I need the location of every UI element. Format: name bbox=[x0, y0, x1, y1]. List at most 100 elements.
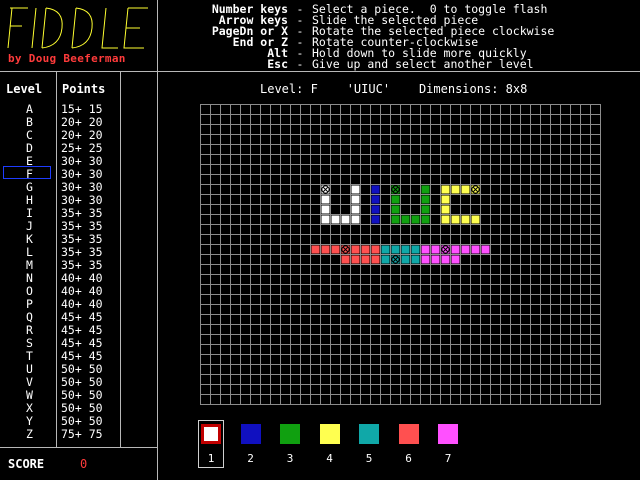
piece-cell[interactable] bbox=[391, 255, 400, 264]
level-row-f[interactable]: F 30+ 30 bbox=[0, 167, 158, 181]
piece-cell[interactable] bbox=[351, 255, 360, 264]
level-row-z[interactable]: Z 75+ 75 bbox=[0, 427, 158, 441]
piece-4-yellow[interactable] bbox=[319, 424, 340, 444]
level-row-h[interactable]: H 30+ 30 bbox=[0, 193, 158, 207]
puzzle-board[interactable] bbox=[200, 104, 601, 405]
piece-cell[interactable] bbox=[411, 215, 420, 224]
level-points: 50+ 50 bbox=[61, 388, 103, 402]
level-row-w[interactable]: W 50+ 50 bbox=[0, 388, 158, 402]
piece-cell[interactable] bbox=[421, 205, 430, 214]
level-row-g[interactable]: G 30+ 30 bbox=[0, 180, 158, 194]
piece-cell[interactable] bbox=[401, 245, 410, 254]
piece-cell[interactable] bbox=[321, 195, 330, 204]
level-row-x[interactable]: X 50+ 50 bbox=[0, 401, 158, 415]
piece-cell[interactable] bbox=[341, 255, 350, 264]
piece-cell[interactable] bbox=[321, 245, 330, 254]
piece-cell[interactable] bbox=[411, 245, 420, 254]
level-row-n[interactable]: N 40+ 40 bbox=[0, 271, 158, 285]
level-row-u[interactable]: U 50+ 50 bbox=[0, 362, 158, 376]
piece-cell[interactable] bbox=[371, 215, 380, 224]
piece-cell[interactable] bbox=[461, 215, 470, 224]
piece-cell[interactable] bbox=[361, 245, 370, 254]
piece-cell[interactable] bbox=[431, 245, 440, 254]
piece-cell[interactable] bbox=[421, 185, 430, 194]
level-row-r[interactable]: R 45+ 45 bbox=[0, 323, 158, 337]
level-row-o[interactable]: O 40+ 40 bbox=[0, 284, 158, 298]
piece-cell[interactable] bbox=[441, 255, 450, 264]
piece-cell[interactable] bbox=[351, 195, 360, 204]
piece-cell[interactable] bbox=[351, 215, 360, 224]
help-key: Esc bbox=[267, 57, 288, 71]
piece-cell[interactable] bbox=[371, 185, 380, 194]
piece-cell[interactable] bbox=[421, 215, 430, 224]
piece-cell[interactable] bbox=[441, 205, 450, 214]
piece-cell[interactable] bbox=[371, 255, 380, 264]
piece-cell[interactable] bbox=[321, 205, 330, 214]
piece-cell[interactable] bbox=[321, 185, 330, 194]
piece-cell[interactable] bbox=[321, 215, 330, 224]
piece-cell[interactable] bbox=[351, 185, 360, 194]
level-row-m[interactable]: M 35+ 35 bbox=[0, 258, 158, 272]
piece-cell[interactable] bbox=[451, 255, 460, 264]
piece-cell[interactable] bbox=[311, 245, 320, 254]
piece-cell[interactable] bbox=[371, 245, 380, 254]
piece-cell[interactable] bbox=[371, 205, 380, 214]
level-row-a[interactable]: A 15+ 15 bbox=[0, 102, 158, 116]
piece-cell[interactable] bbox=[451, 215, 460, 224]
level-row-s[interactable]: S 45+ 45 bbox=[0, 336, 158, 350]
piece-cell[interactable] bbox=[391, 205, 400, 214]
piece-cell[interactable] bbox=[481, 245, 490, 254]
piece-1-white[interactable] bbox=[201, 424, 221, 444]
piece-cell[interactable] bbox=[391, 195, 400, 204]
piece-cell[interactable] bbox=[441, 245, 450, 254]
level-row-l[interactable]: L 35+ 35 bbox=[0, 245, 158, 259]
level-row-e[interactable]: E 30+ 30 bbox=[0, 154, 158, 168]
piece-cell[interactable] bbox=[461, 245, 470, 254]
piece-cell[interactable] bbox=[421, 255, 430, 264]
piece-5-cyan[interactable] bbox=[359, 424, 379, 444]
piece-cell[interactable] bbox=[421, 195, 430, 204]
level-row-k[interactable]: K 35+ 35 bbox=[0, 232, 158, 246]
piece-cell[interactable] bbox=[471, 185, 480, 194]
piece-cell[interactable] bbox=[361, 255, 370, 264]
piece-cell[interactable] bbox=[391, 185, 400, 194]
piece-cell[interactable] bbox=[441, 215, 450, 224]
piece-cell[interactable] bbox=[351, 205, 360, 214]
piece-2-blue[interactable] bbox=[240, 424, 261, 444]
piece-cell[interactable] bbox=[401, 215, 410, 224]
piece-cell[interactable] bbox=[381, 245, 390, 254]
piece-cell[interactable] bbox=[401, 255, 410, 264]
level-row-j[interactable]: J 35+ 35 bbox=[0, 219, 158, 233]
piece-cell[interactable] bbox=[371, 195, 380, 204]
level-row-v[interactable]: V 50+ 50 bbox=[0, 375, 158, 389]
level-row-b[interactable]: B 20+ 20 bbox=[0, 115, 158, 129]
level-row-d[interactable]: D 25+ 25 bbox=[0, 141, 158, 155]
piece-6-red[interactable] bbox=[398, 424, 419, 444]
level-row-q[interactable]: Q 45+ 45 bbox=[0, 310, 158, 324]
piece-cell[interactable] bbox=[331, 245, 340, 254]
level-row-t[interactable]: T 45+ 45 bbox=[0, 349, 158, 363]
piece-3-green[interactable] bbox=[280, 424, 300, 444]
level-row-i[interactable]: I 35+ 35 bbox=[0, 206, 158, 220]
piece-cell[interactable] bbox=[331, 215, 340, 224]
piece-cell[interactable] bbox=[421, 245, 430, 254]
piece-cell[interactable] bbox=[441, 185, 450, 194]
piece-7-magenta[interactable] bbox=[438, 424, 458, 444]
piece-cell[interactable] bbox=[411, 255, 420, 264]
piece-cell[interactable] bbox=[441, 195, 450, 204]
piece-cell[interactable] bbox=[341, 245, 350, 254]
piece-cell[interactable] bbox=[451, 185, 460, 194]
piece-cell[interactable] bbox=[461, 185, 470, 194]
piece-cell[interactable] bbox=[451, 245, 460, 254]
level-row-c[interactable]: C 20+ 20 bbox=[0, 128, 158, 142]
piece-cell[interactable] bbox=[391, 215, 400, 224]
piece-cell[interactable] bbox=[381, 255, 390, 264]
piece-cell[interactable] bbox=[341, 215, 350, 224]
level-row-p[interactable]: P 40+ 40 bbox=[0, 297, 158, 311]
piece-cell[interactable] bbox=[351, 245, 360, 254]
piece-cell[interactable] bbox=[471, 245, 480, 254]
piece-cell[interactable] bbox=[431, 255, 440, 264]
level-row-y[interactable]: Y 50+ 50 bbox=[0, 414, 158, 428]
piece-cell[interactable] bbox=[471, 215, 480, 224]
piece-cell[interactable] bbox=[391, 245, 400, 254]
